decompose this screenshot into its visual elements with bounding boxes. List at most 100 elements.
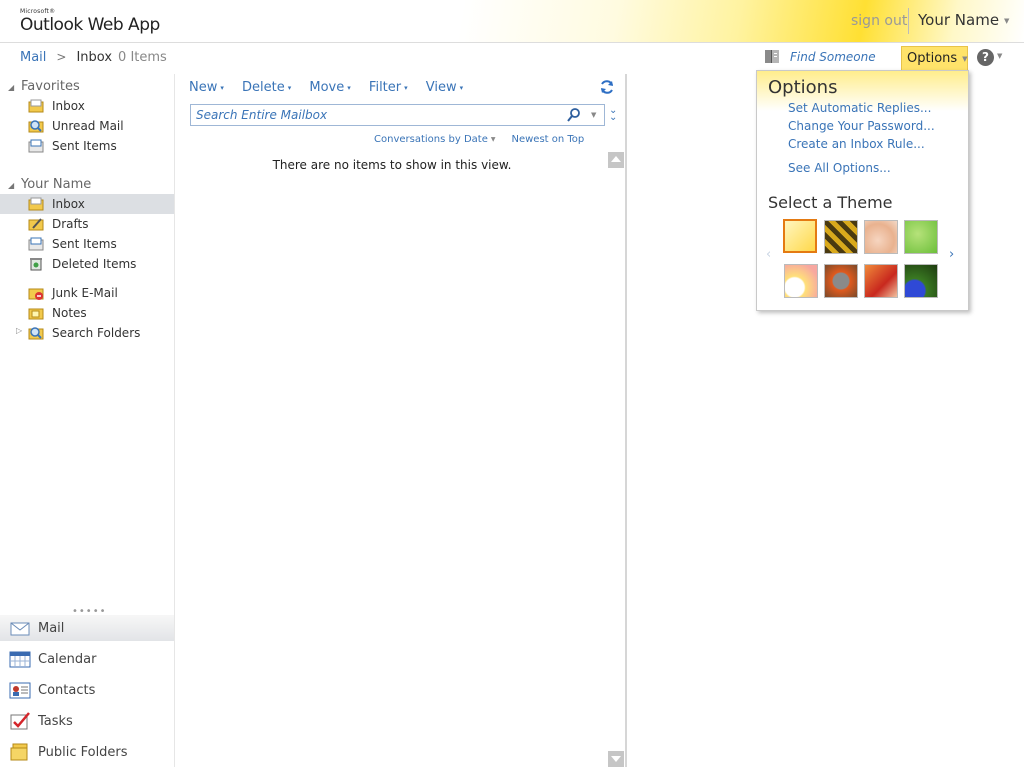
toolbar-label: New bbox=[189, 80, 218, 95]
chevron-down-icon[interactable]: ▼ bbox=[997, 52, 1002, 60]
folder-label: Inbox bbox=[52, 99, 85, 113]
filter-button[interactable]: Filter ▾ bbox=[369, 80, 408, 95]
set-automatic-replies-link[interactable]: Set Automatic Replies... bbox=[788, 101, 931, 115]
theme-leaves-swatch[interactable] bbox=[864, 264, 898, 298]
theme-creature-swatch[interactable] bbox=[904, 264, 938, 298]
theme-green-swatch[interactable] bbox=[904, 220, 938, 254]
search-folder-icon bbox=[28, 120, 44, 133]
scroll-up-button[interactable] bbox=[608, 152, 624, 168]
message-list-pane: New▾ Delete▾ Move▾ Filter▾ View▾ ▼ ⌄⌄ Co… bbox=[175, 74, 627, 767]
folder-inbox[interactable]: Inbox bbox=[0, 194, 174, 214]
theme-bubbles-swatch[interactable] bbox=[784, 264, 818, 298]
folder-deleted-items[interactable]: Deleted Items bbox=[0, 254, 174, 274]
deleted-items-icon bbox=[30, 258, 42, 271]
theme-robot-swatch[interactable] bbox=[824, 264, 858, 298]
brand-name: Outlook Web App bbox=[20, 15, 160, 35]
item-count: 0 Items bbox=[118, 50, 167, 65]
change-password-link[interactable]: Change Your Password... bbox=[788, 119, 935, 133]
drafts-icon bbox=[28, 218, 44, 231]
options-button[interactable]: Options ▼ bbox=[901, 46, 968, 70]
folder-label: Search Folders bbox=[52, 326, 141, 340]
options-dropdown-panel: Options Set Automatic Replies... Change … bbox=[756, 70, 969, 311]
find-someone-link[interactable]: Find Someone bbox=[790, 50, 876, 64]
user-name-label: Your Name bbox=[918, 11, 1000, 29]
theme-next-arrow-icon[interactable]: › bbox=[949, 247, 954, 262]
notes-icon bbox=[28, 308, 44, 320]
calendar-icon bbox=[9, 651, 31, 668]
search-folder-icon bbox=[28, 327, 44, 340]
view-button[interactable]: View ▾ bbox=[426, 80, 463, 95]
refresh-icon[interactable] bbox=[599, 79, 615, 95]
module-contacts[interactable]: Contacts bbox=[0, 677, 174, 703]
inbox-folder-icon bbox=[28, 197, 44, 211]
sort-by-dropdown[interactable]: Conversations by Date ▼ bbox=[374, 134, 511, 145]
user-name-menu[interactable]: Your Name ▼ bbox=[918, 11, 1009, 29]
search-input[interactable] bbox=[196, 107, 556, 123]
chevron-down-icon: ▼ bbox=[962, 54, 968, 63]
module-label: Mail bbox=[38, 621, 65, 636]
module-label: Public Folders bbox=[38, 745, 128, 760]
tasks-icon bbox=[10, 712, 30, 730]
theme-sand-swatch[interactable] bbox=[864, 220, 898, 254]
help-icon[interactable]: ? bbox=[977, 49, 994, 66]
move-button[interactable]: Move ▾ bbox=[309, 80, 350, 95]
theme-bees-swatch[interactable] bbox=[824, 220, 858, 254]
see-all-options-link[interactable]: See All Options... bbox=[788, 161, 891, 175]
breadcrumb: Mail > Inbox 0 Items bbox=[20, 50, 167, 65]
folder-drafts[interactable]: Drafts bbox=[0, 214, 174, 234]
favorites-header[interactable]: ◢ Favorites bbox=[8, 79, 80, 94]
collapse-triangle-icon: ◢ bbox=[8, 181, 15, 190]
favorite-sent-items[interactable]: Sent Items bbox=[0, 136, 174, 156]
module-public-folders[interactable]: Public Folders bbox=[0, 739, 174, 765]
chevron-down-icon: ▾ bbox=[459, 83, 464, 92]
folder-junk-email[interactable]: Junk E-Mail bbox=[0, 283, 174, 303]
address-book-icon[interactable] bbox=[764, 49, 780, 64]
folder-label: Junk E-Mail bbox=[52, 286, 118, 300]
app-header: Microsoft® Outlook Web App sign out Your… bbox=[0, 0, 1024, 43]
folder-label: Inbox bbox=[52, 197, 85, 211]
favorites-label: Favorites bbox=[21, 79, 80, 94]
search-icon[interactable] bbox=[567, 108, 581, 122]
empty-list-message: There are no items to show in this view. bbox=[272, 158, 512, 172]
inbox-folder-icon bbox=[28, 99, 44, 113]
favorite-inbox[interactable]: Inbox bbox=[0, 96, 174, 116]
theme-prev-arrow-icon[interactable]: ‹ bbox=[766, 247, 771, 262]
scroll-down-button[interactable] bbox=[608, 751, 624, 767]
folder-label: Sent Items bbox=[52, 139, 117, 153]
expand-search-icon[interactable]: ⌄ ⌄ bbox=[609, 106, 617, 123]
mailbox-header[interactable]: ◢ Your Name bbox=[8, 177, 91, 192]
breadcrumb-mail-link[interactable]: Mail bbox=[20, 50, 46, 65]
module-label: Calendar bbox=[38, 652, 97, 667]
theme-default-swatch[interactable] bbox=[783, 219, 817, 253]
chevron-down-icon[interactable]: ▼ bbox=[591, 111, 596, 119]
sort-order-link[interactable]: Newest on Top bbox=[511, 134, 584, 145]
search-box: ▼ bbox=[190, 104, 605, 126]
options-panel-title: Options bbox=[768, 77, 838, 98]
module-mail[interactable]: Mail bbox=[0, 615, 174, 641]
sign-out-link[interactable]: sign out bbox=[851, 13, 907, 29]
brand-small: Microsoft® bbox=[20, 8, 56, 15]
sent-items-icon bbox=[28, 237, 44, 251]
module-calendar[interactable]: Calendar bbox=[0, 646, 174, 672]
contacts-icon bbox=[9, 682, 31, 699]
create-inbox-rule-link[interactable]: Create an Inbox Rule... bbox=[788, 137, 925, 151]
module-label: Tasks bbox=[38, 714, 73, 729]
public-folders-icon bbox=[10, 743, 28, 761]
folder-search-folders[interactable]: ▷ Search Folders bbox=[0, 323, 174, 343]
folder-label: Sent Items bbox=[52, 237, 117, 251]
folder-label: Notes bbox=[52, 306, 87, 320]
chevron-down-icon: ▾ bbox=[404, 83, 408, 92]
toolbar-label: Filter bbox=[368, 80, 402, 95]
navigation-pane: ◢ Favorites Inbox Unread Mail Sent Items … bbox=[0, 74, 175, 767]
delete-button[interactable]: Delete ▾ bbox=[242, 80, 291, 95]
breadcrumb-separator: > bbox=[56, 50, 67, 64]
new-button[interactable]: New ▾ bbox=[189, 80, 224, 95]
expand-triangle-icon[interactable]: ▷ bbox=[16, 326, 22, 335]
chevron-down-icon: ▾ bbox=[287, 83, 292, 92]
folder-notes[interactable]: Notes bbox=[0, 303, 174, 323]
chevron-down-icon: ▼ bbox=[490, 135, 496, 143]
module-tasks[interactable]: Tasks bbox=[0, 708, 174, 734]
chevron-down-icon: ▾ bbox=[220, 83, 224, 92]
favorite-unread-mail[interactable]: Unread Mail bbox=[0, 116, 174, 136]
folder-sent-items[interactable]: Sent Items bbox=[0, 234, 174, 254]
